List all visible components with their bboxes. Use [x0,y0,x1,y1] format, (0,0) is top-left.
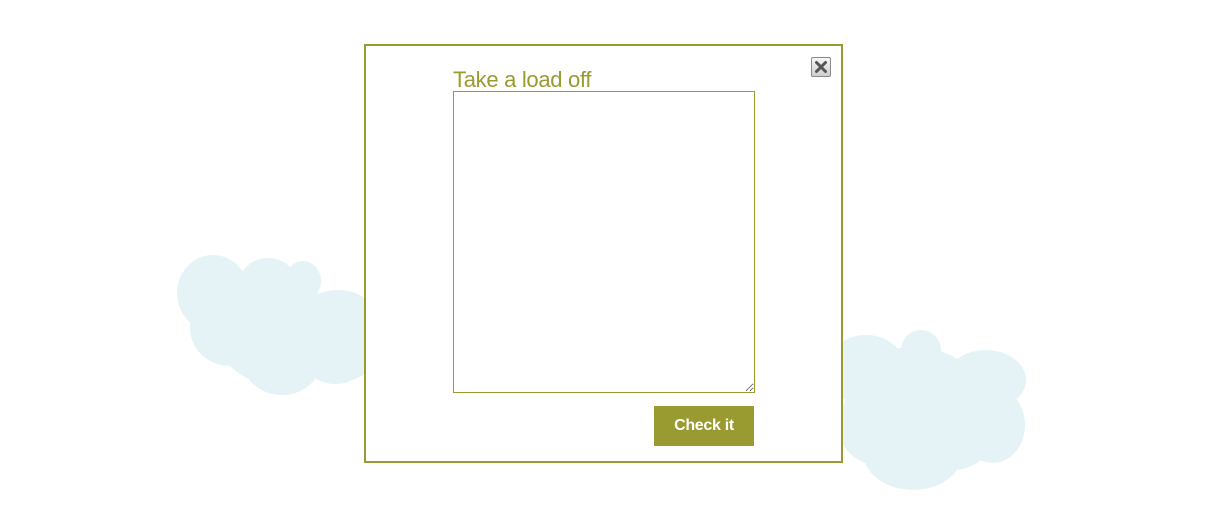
load-textarea[interactable] [453,91,755,393]
cloud-shape [826,330,1026,490]
dialog-box: Take a load off Check it [364,44,843,463]
dialog-title: Take a load off [453,67,592,92]
check-it-button[interactable]: Check it [654,406,754,446]
cloud-right-decoration [826,330,1026,490]
cloud-left-decoration [177,255,386,395]
close-button[interactable] [811,57,831,77]
cloud-shape [177,255,386,395]
close-icon [815,61,827,73]
